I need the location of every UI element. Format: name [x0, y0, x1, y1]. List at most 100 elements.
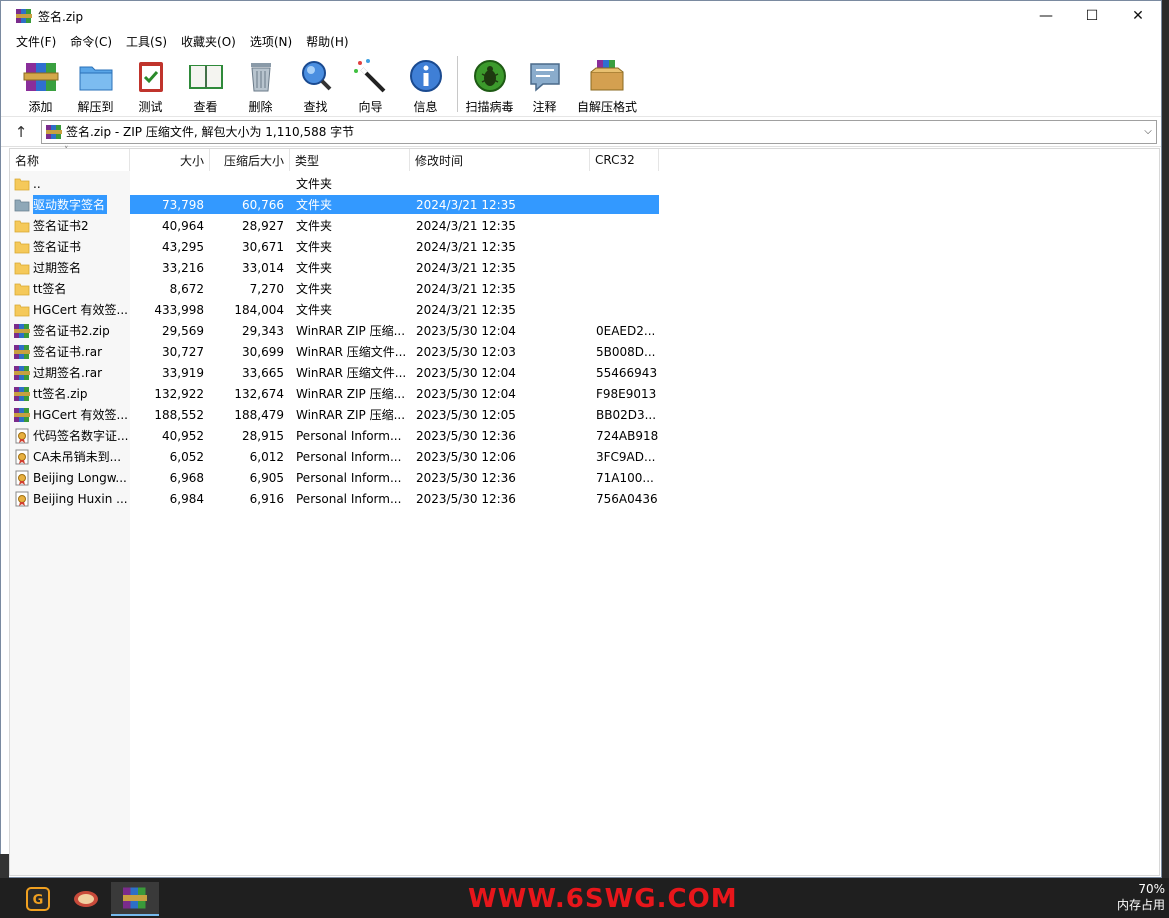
file-name: Beijing Huxin ... — [33, 491, 128, 506]
column-crc[interactable]: CRC32 — [590, 149, 659, 171]
column-packed[interactable]: 压缩后大小 — [210, 149, 290, 171]
file-name-cell[interactable]: 驱动数字签名 — [10, 195, 130, 214]
file-type: Personal Inform... — [296, 428, 402, 443]
file-name-cell[interactable]: 代码签名数字证... — [10, 426, 130, 445]
file-type: Personal Inform... — [296, 449, 402, 464]
file-name-cell[interactable]: HGCert 有效签... — [10, 300, 130, 319]
file-packed-size: 28,915 — [242, 428, 284, 443]
table-row[interactable]: .. 文件夹 — [10, 173, 659, 194]
wizard-button[interactable]: 向导 — [343, 53, 398, 115]
file-name-cell[interactable]: Beijing Huxin ... — [10, 489, 130, 508]
menu-commands[interactable]: 命令(C) — [63, 33, 119, 50]
file-packed-size: 184,004 — [234, 302, 284, 317]
file-size: 188,552 — [154, 407, 204, 422]
file-crc: 0EAED2... — [596, 323, 656, 338]
book-icon — [188, 64, 223, 89]
taskbar-app-2[interactable] — [62, 882, 110, 916]
file-name-cell[interactable]: HGCert 有效签... — [10, 405, 130, 424]
table-row[interactable]: 签名证书2.zip 29,569 29,343 WinRAR ZIP 压缩... 202… — [10, 320, 659, 341]
folder-icon — [14, 241, 30, 253]
table-row[interactable]: 代码签名数字证... 40,952 28,915 Personal Inform...… — [10, 425, 659, 446]
winrar-file-icon — [14, 365, 30, 380]
file-name-cell[interactable]: 过期签名 — [10, 258, 130, 277]
sfx-button[interactable]: 自解压格式 — [572, 53, 642, 115]
file-list[interactable]: 名称 ˅ 大小 压缩后大小 类型 修改时间 CRC32 .. 文件夹 驱动数字签名 7… — [9, 146, 1160, 876]
comment-button[interactable]: 注释 — [517, 53, 572, 115]
chevron-down-icon[interactable]: ⌵ — [1140, 126, 1156, 137]
file-modified: 2023/5/30 12:36 — [416, 491, 516, 506]
menu-favorites[interactable]: 收藏夹(O) — [174, 33, 243, 50]
folder-icon — [14, 304, 30, 316]
file-size: 33,919 — [162, 365, 204, 380]
file-packed-size: 30,699 — [242, 344, 284, 359]
file-name-cell[interactable]: 签名证书2 — [10, 216, 130, 235]
maximize-button[interactable]: ☐ — [1069, 1, 1115, 31]
toolbar-separator — [457, 55, 458, 112]
table-row[interactable]: HGCert 有效签... 188,552 188,479 WinRAR ZIP 压缩… — [10, 404, 659, 425]
file-name: 过期签名.rar — [33, 366, 103, 380]
taskbar-app-1[interactable]: G — [14, 882, 62, 916]
info-button[interactable]: 信息 — [398, 53, 453, 115]
file-name-cell[interactable]: 签名证书 — [10, 237, 130, 256]
table-row[interactable]: 过期签名.rar 33,919 33,665 WinRAR 压缩文件... 2023/5… — [10, 362, 659, 383]
file-name-cell[interactable]: tt签名.zip — [10, 384, 130, 403]
test-clipboard-icon — [138, 61, 163, 92]
table-row[interactable]: tt签名 8,672 7,270 文件夹 2024/3/21 12:35 — [10, 278, 659, 299]
close-button[interactable]: ✕ — [1115, 1, 1161, 31]
title-bar[interactable]: 签名.zip — ☐ ✕ — [1, 1, 1161, 31]
g-app-icon: G — [26, 887, 50, 911]
file-packed-size: 188,479 — [234, 407, 284, 422]
file-name: 签名证书 — [33, 240, 82, 254]
column-type[interactable]: 类型 — [290, 149, 410, 171]
file-name-cell[interactable]: 签名证书2.zip — [10, 321, 130, 340]
column-name[interactable]: 名称 ˅ — [10, 146, 130, 171]
scan-virus-button[interactable]: 扫描病毒 — [462, 53, 517, 115]
table-row[interactable]: 签名证书2 40,964 28,927 文件夹 2024/3/21 12:35 — [10, 215, 659, 236]
add-button[interactable]: 添加 — [13, 53, 68, 115]
column-size[interactable]: 大小 — [130, 149, 210, 171]
minimize-button[interactable]: — — [1023, 1, 1069, 31]
file-name-cell[interactable]: .. — [10, 174, 130, 193]
table-row[interactable]: 过期签名 33,216 33,014 文件夹 2024/3/21 12:35 — [10, 257, 659, 278]
table-row[interactable]: Beijing Longw... 6,968 6,905 Personal Infor… — [10, 467, 659, 488]
table-row[interactable]: 签名证书 43,295 30,671 文件夹 2024/3/21 12:35 — [10, 236, 659, 257]
taskbar-winrar[interactable] — [111, 882, 159, 916]
table-row[interactable]: 签名证书.rar 30,727 30,699 WinRAR 压缩文件... 2023/5… — [10, 341, 659, 362]
table-row[interactable]: tt签名.zip 132,922 132,674 WinRAR ZIP 压缩... 20… — [10, 383, 659, 404]
file-name-cell[interactable]: CA未吊销未到... — [10, 447, 130, 466]
view-button[interactable]: 查看 — [178, 53, 233, 115]
address-field[interactable]: 签名.zip - ZIP 压缩文件, 解包大小为 1,110,588 字节 ⌵ — [41, 119, 1157, 144]
column-modified[interactable]: 修改时间 — [410, 149, 590, 171]
file-details: 29,569 29,343 WinRAR ZIP 压缩... 2023/5/30 12… — [130, 321, 659, 340]
menu-file[interactable]: 文件(F) — [9, 33, 63, 50]
table-row[interactable]: 驱动数字签名 73,798 60,766 文件夹 2024/3/21 12:35 — [10, 194, 659, 215]
file-crc — [590, 195, 659, 214]
extract-to-button[interactable]: 解压到 — [68, 53, 123, 115]
file-type: WinRAR ZIP 压缩... — [296, 387, 406, 401]
file-crc: 71A100... — [596, 470, 654, 485]
delete-button[interactable]: 删除 — [233, 53, 288, 115]
up-folder-button[interactable]: ↑ — [1, 118, 41, 146]
file-packed-size: 7,270 — [249, 281, 284, 296]
menu-options[interactable]: 选项(N) — [243, 33, 299, 50]
sfx-box-icon — [590, 59, 624, 90]
file-packed-size: 29,343 — [242, 323, 284, 338]
file-name-cell[interactable]: 过期签名.rar — [10, 363, 130, 382]
find-button[interactable]: 查找 — [288, 53, 343, 115]
file-name-cell[interactable]: Beijing Longw... — [10, 468, 130, 487]
menu-tools[interactable]: 工具(S) — [119, 33, 174, 50]
file-name-cell[interactable]: 签名证书.rar — [10, 342, 130, 361]
file-modified: 2023/5/30 12:04 — [416, 365, 516, 380]
table-row[interactable]: HGCert 有效签... 433,998 184,004 文件夹 2024/3/21 … — [10, 299, 659, 320]
file-name-cell[interactable]: tt签名 — [10, 279, 130, 298]
table-row[interactable]: CA未吊销未到... 6,052 6,012 Personal Inform... 20… — [10, 446, 659, 467]
file-size: 29,569 — [162, 323, 204, 338]
table-row[interactable]: Beijing Huxin ... 6,984 6,916 Personal Info… — [10, 488, 659, 509]
test-button[interactable]: 测试 — [123, 53, 178, 115]
file-name: HGCert 有效签... — [33, 303, 128, 317]
file-details: 6,968 6,905 Personal Inform... 2023/5/30 12… — [130, 468, 659, 487]
file-size: 433,998 — [154, 302, 204, 317]
file-packed-size — [210, 174, 290, 193]
menu-help[interactable]: 帮助(H) — [299, 33, 355, 50]
file-size — [130, 174, 210, 193]
